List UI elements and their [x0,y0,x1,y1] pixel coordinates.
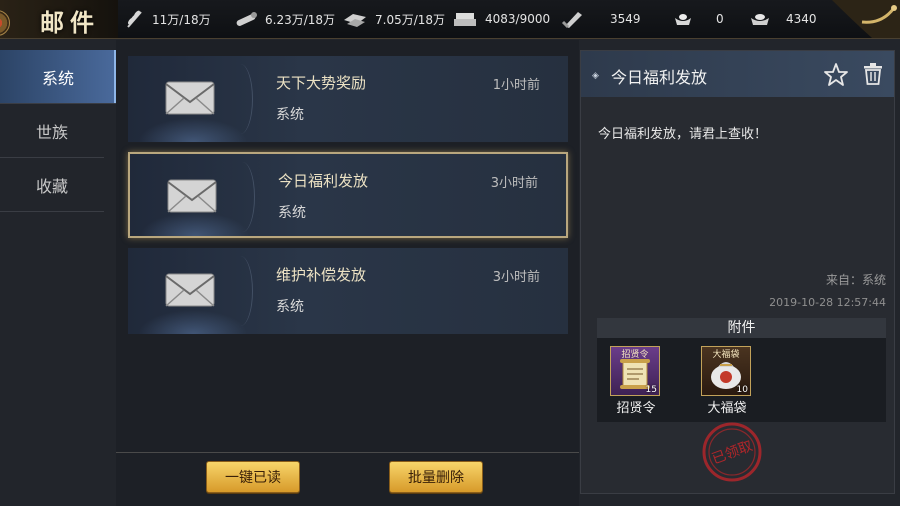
resource-silver-ingot-value: 4340 [786,12,817,26]
claimed-stamp: 已领取 [702,422,762,482]
gold-ingot-icon [675,14,691,25]
lucky-bag-icon: 大福袋 10 [701,346,751,396]
attachment-item-lucky-bag[interactable]: 大福袋 10 大福袋 [701,346,753,416]
resource-wheat[interactable]: 11万/18万 [124,0,211,38]
wood-icon [236,12,257,26]
resource-wood-value: 6.23万/18万 [265,12,336,27]
mail-time: 1小时前 [492,78,540,93]
resource-gold-ingot-value: 0 [716,12,724,26]
tab-favorites[interactable]: 收藏 [0,158,104,212]
resource-iron[interactable]: 7.05万/18万 [341,0,445,38]
resource-iron-value: 7.05万/18万 [375,12,446,27]
resource-wood[interactable]: 6.23万/18万 [233,0,335,38]
claimed-stamp-text: 已领取 [710,438,755,467]
attachment-name: 招贤令 [616,401,656,416]
page-title: 邮件 [40,8,100,37]
detail-body-text: 今日福利发放，请君上查收！ [598,127,768,142]
detail-title: 今日福利发放 [611,68,708,87]
list-divider [116,452,579,453]
resource-silver-ingot[interactable]: 4340 [748,0,817,38]
mail-detail: ◈ 今日福利发放 今日福利发放，请君上查收！ 来自：系统 2019-10-28 … [580,50,895,494]
top-bar: 邮件 11万/18万 6.23万/18万 7.05万/18万 4083/9000 [0,0,900,39]
resource-token[interactable]: 3549 [560,0,641,38]
mail-time: 3小时前 [492,270,540,285]
mark-all-read-label: 一键已读 [225,470,281,486]
attachments-header: 附件 [597,318,886,338]
mail-subject: 今日福利发放 [278,172,369,190]
attachment-qty: 10 [736,385,748,395]
mail-list: 天下大势奖励 系统 1小时前 今日福利发放 系统 3小时前 维护补偿发放 系统 … [116,40,579,506]
mark-all-read-button[interactable]: 一键已读 [206,461,300,493]
iron-icon [344,14,366,27]
attachments-box: 附件 招贤令 15 招贤令 大福袋 10 大福袋 [597,318,886,422]
mail-item[interactable]: 维护补偿发放 系统 3小时前 [128,248,568,334]
resource-gold-ingot[interactable]: 0 [672,0,724,38]
mail-subject: 维护补偿发放 [276,266,367,284]
detail-sender: 来自：系统 [825,273,886,287]
title-badge: 邮件 [0,0,118,38]
resource-stone-value: 4083/9000 [485,12,551,26]
silver-ingot-icon [751,14,769,25]
tab-clan[interactable]: 世族 [0,104,104,158]
close-corner-icon[interactable] [832,0,900,38]
mail-sender: 系统 [278,205,306,221]
mail-arc-decoration [228,256,253,326]
detail-date: 2019-10-28 12:57:44 [769,296,886,309]
batch-delete-label: 批量删除 [408,470,464,486]
mail-time: 3小时前 [490,176,538,191]
mail-item-selected[interactable]: 今日福利发放 系统 3小时前 [128,152,568,238]
mail-sender: 系统 [276,107,304,123]
detail-header: ◈ 今日福利发放 [581,51,894,97]
resource-wheat-value: 11万/18万 [152,12,211,27]
bullet-icon: ◈ [592,71,599,81]
envelope-icon [165,81,215,115]
tab-favorites-label: 收藏 [35,176,68,196]
mail-category-tabs: 系统 世族 收藏 [0,50,116,212]
mail-subject: 天下大势奖励 [276,74,367,92]
resource-stone[interactable]: 4083/9000 [451,0,550,38]
attachment-qty: 15 [645,385,657,395]
recruit-scroll-icon: 招贤令 15 [610,346,660,396]
batch-delete-button[interactable]: 批量删除 [389,461,483,493]
delete-trash-icon[interactable] [862,62,884,86]
mail-arc-decoration [230,162,255,232]
wheat-icon [127,10,142,28]
mail-arc-decoration [228,64,253,134]
tab-system[interactable]: 系统 [0,50,116,104]
resource-token-value: 3549 [610,12,641,26]
mail-item[interactable]: 天下大势奖励 系统 1小时前 [128,56,568,142]
tab-system-label: 系统 [41,68,74,88]
favorite-star-icon[interactable] [823,62,849,88]
envelope-icon [167,179,217,213]
token-icon [561,12,582,29]
attachment-item-recruit[interactable]: 招贤令 15 招贤令 [610,346,662,416]
mail-sender: 系统 [276,299,304,315]
tab-clan-label: 世族 [35,122,68,142]
envelope-icon [165,273,215,307]
stone-icon [454,13,476,26]
attachment-name: 大福袋 [707,401,747,416]
back-ring-icon[interactable] [0,10,10,36]
